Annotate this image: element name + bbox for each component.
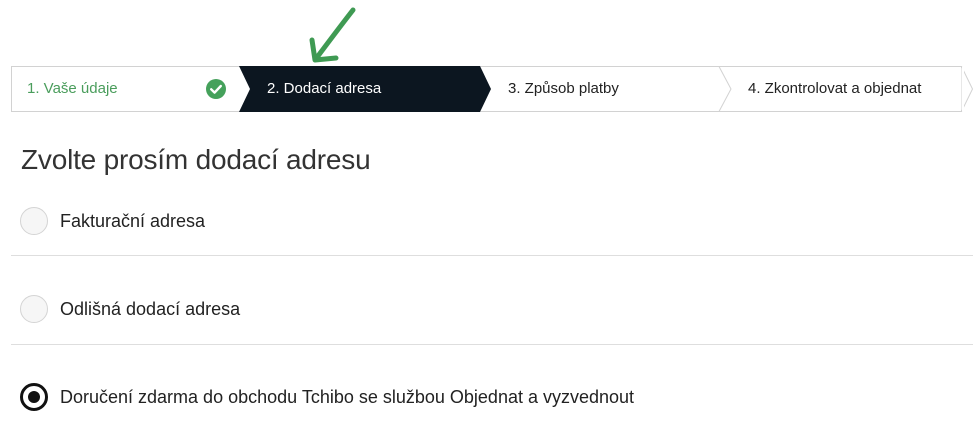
step-3-payment-method[interactable]: 3. Způsob platby xyxy=(508,66,619,112)
step-4-review-and-order[interactable]: 4. Zkontrolovat a objednat xyxy=(748,66,921,112)
different-address-radio[interactable] xyxy=(20,295,48,323)
checkout-stepper: 1. Vaše údaje 2. Dodací adresa 3. Způsob… xyxy=(11,66,973,112)
divider xyxy=(11,344,973,345)
billing-address-radio[interactable] xyxy=(20,207,48,235)
step-2-delivery-address[interactable]: 2. Dodací adresa xyxy=(267,66,381,112)
option-label: Odlišná dodací adresa xyxy=(60,298,241,319)
check-circle-icon xyxy=(206,79,226,99)
divider xyxy=(11,255,973,256)
green-arrow-icon xyxy=(309,7,356,63)
option-store-pickup[interactable]: Doručení zdarma do obchodu Tchibo se slu… xyxy=(20,383,634,411)
page-title: Zvolte prosím dodací adresu xyxy=(21,144,371,175)
store-pickup-radio[interactable] xyxy=(20,383,48,411)
option-different-delivery-address[interactable]: Odlišná dodací adresa xyxy=(20,295,240,323)
option-label: Fakturační adresa xyxy=(60,210,206,231)
option-label: Doručení zdarma do obchodu Tchibo se slu… xyxy=(60,386,635,407)
option-billing-address[interactable]: Fakturační adresa xyxy=(20,207,205,235)
step-1-your-details[interactable]: 1. Vaše údaje xyxy=(27,66,118,112)
